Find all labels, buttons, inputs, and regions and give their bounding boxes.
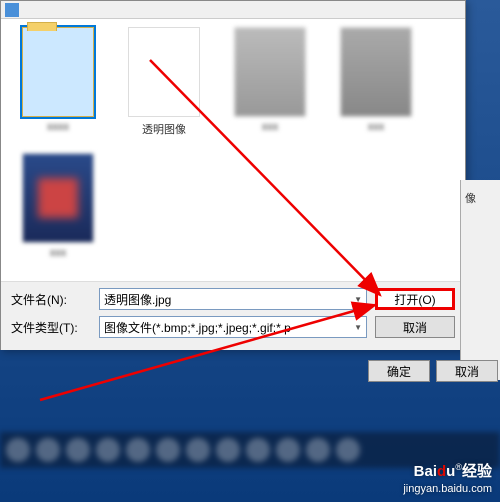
file-label: xxx [368,121,385,133]
taskbar-icon[interactable] [96,438,120,462]
chevron-down-icon[interactable]: ▼ [354,295,362,304]
open-button[interactable]: 打开(O) [375,288,455,310]
file-item[interactable]: xxxx [13,27,103,137]
file-open-dialog: xxxx 透明图像 xxx xxx xxx 文件名(N): 透明图像.jpg ▼ [0,0,466,350]
file-label: 透明图像 [142,121,186,137]
taskbar-icon[interactable] [276,438,300,462]
file-thumbnail [234,27,306,117]
file-label: xxxx [47,121,69,133]
file-item[interactable]: xxx [331,27,421,137]
background-dialog-edge: 像 : [460,180,500,380]
dialog-fields: 文件名(N): 透明图像.jpg ▼ 打开(O) 文件类型(T): 图像文件(*… [1,281,465,350]
watermark-brand: Baidu®经验 [403,462,492,482]
folder-icon [5,3,19,17]
filetype-value: 图像文件(*.bmp;*.jpg;*.jpeg;*.gif;*.p [104,319,291,336]
taskbar-icon[interactable] [36,438,60,462]
watermark-url: jingyan.baidu.com [403,482,492,496]
filetype-select[interactable]: 图像文件(*.bmp;*.jpg;*.jpeg;*.gif;*.p ▼ [99,316,367,338]
taskbar-icon[interactable] [186,438,210,462]
filetype-label: 文件类型(T): [11,319,91,336]
file-label: xxx [50,247,67,259]
taskbar-icon[interactable] [156,438,180,462]
taskbar-icon[interactable] [246,438,270,462]
taskbar-icon[interactable] [216,438,240,462]
taskbar-icon[interactable] [66,438,90,462]
taskbar-icon[interactable] [306,438,330,462]
taskbar-icon[interactable] [336,438,360,462]
file-item[interactable]: xxx [225,27,315,137]
side-label: 像 [465,190,496,206]
file-item[interactable]: 透明图像 [119,27,209,137]
cancel-button[interactable]: 取消 [436,360,498,382]
folder-thumbnail [22,27,94,117]
watermark: Baidu®经验 jingyan.baidu.com [403,462,492,496]
file-list[interactable]: xxxx 透明图像 xxx xxx xxx [1,19,465,281]
filename-input[interactable]: 透明图像.jpg ▼ [99,288,367,310]
file-thumbnail [340,27,412,117]
filename-value: 透明图像.jpg [104,291,171,308]
taskbar-icon[interactable] [6,438,30,462]
file-item[interactable]: xxx [13,153,103,259]
file-thumbnail [22,153,94,243]
background-dialog-buttons: 确定 取消 [368,360,498,382]
chevron-down-icon[interactable]: ▼ [354,323,362,332]
ok-button[interactable]: 确定 [368,360,430,382]
taskbar-icon[interactable] [126,438,150,462]
filename-label: 文件名(N): [11,291,91,308]
file-thumbnail [128,27,200,117]
cancel-button[interactable]: 取消 [375,316,455,338]
dialog-header [1,1,465,19]
file-label: xxx [262,121,279,133]
